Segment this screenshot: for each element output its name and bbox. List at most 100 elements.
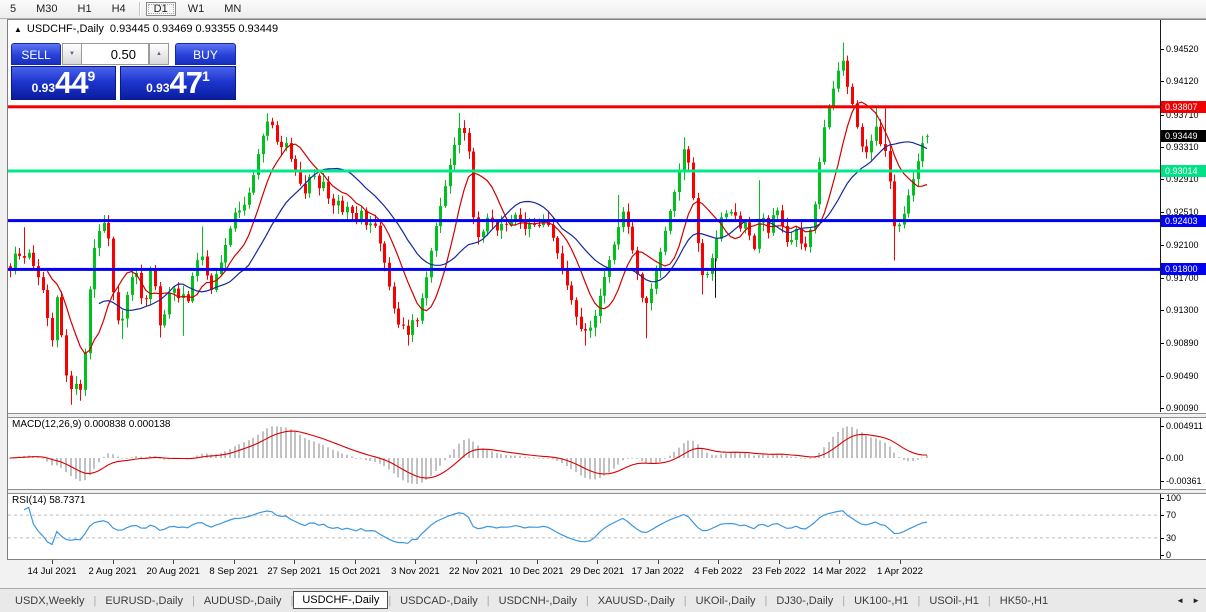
price-tick <box>1161 179 1164 181</box>
timeframe-button-5[interactable]: 5 <box>2 2 24 16</box>
rsi-pane-splitter[interactable] <box>8 489 1206 494</box>
date-tick <box>354 560 356 564</box>
date-axis-label: 20 Aug 2021 <box>146 566 200 577</box>
rsi-chart <box>8 506 1160 546</box>
symbol-period-label: USDCHF-,Daily <box>26 23 104 35</box>
chart-tab-hk50-h1[interactable]: HK50-,H1 <box>991 592 1057 610</box>
price-tick <box>1161 309 1164 311</box>
chart-tab-usdcad-daily[interactable]: USDCAD-,Daily <box>391 592 487 610</box>
rsi-tick <box>1161 515 1164 517</box>
chart-tab-usdx-weekly[interactable]: USDX,Weekly <box>6 592 93 610</box>
rsi-tick <box>1161 498 1164 499</box>
date-tick <box>233 560 235 564</box>
volume-decrease-button[interactable]: ▼ <box>62 43 82 65</box>
date-axis-label: 10 Dec 2021 <box>509 566 564 577</box>
price-tick <box>1161 408 1164 409</box>
macd-name: MACD(12,26,9) <box>12 419 82 430</box>
volume-input[interactable] <box>81 43 149 65</box>
date-axis-label: 2 Aug 2021 <box>88 566 137 577</box>
date-tick <box>657 560 659 564</box>
chart-tab-xauusd-daily[interactable]: XAUUSD-,Daily <box>589 592 684 610</box>
sell-price-pips: 44 <box>55 65 88 100</box>
rsi-axis-label: 30 <box>1166 532 1177 543</box>
rsi-axis-label: 100 <box>1166 493 1182 503</box>
date-axis-label: 14 Mar 2022 <box>812 566 867 577</box>
price-axis-label: 0.93310 <box>1166 142 1199 153</box>
timeframe-toolbar: 5 M30 H1 H4 D1 W1 MN <box>0 0 1206 19</box>
timeframe-button-m30[interactable]: M30 <box>28 2 65 16</box>
macd-tick <box>1161 458 1164 459</box>
rsi-tick <box>1161 555 1164 556</box>
buy-price-point: 1 <box>202 68 210 84</box>
volume-increase-button[interactable]: ▲ <box>149 43 169 65</box>
price-tick <box>1161 114 1164 116</box>
price-axis-label: 0.94520 <box>1166 44 1199 54</box>
chart-tab-usdcnh-daily[interactable]: USDCNH-,Daily <box>490 592 586 610</box>
date-axis-label: 1 Apr 2022 <box>876 566 923 577</box>
chart-tab-usoil-h1[interactable]: USOil-,H1 <box>920 592 988 610</box>
price-line-badge: 0.93807 <box>1161 100 1206 113</box>
macd-label: MACD(12,26,9) 0.000838 0.000138 <box>12 419 170 430</box>
time-axis[interactable]: 14 Jul 2021 2 Aug 2021 20 Aug 2021 8 Sep 20… <box>0 560 1206 588</box>
one-click-toggle-icon[interactable]: ▲ <box>14 25 22 34</box>
price-tick <box>1161 211 1164 213</box>
buy-price-prefix: 0.93 <box>146 81 170 95</box>
price-tick <box>1161 343 1164 345</box>
date-tick <box>778 560 780 564</box>
macd-pane-splitter[interactable] <box>8 413 1206 418</box>
price-tick <box>1161 81 1164 83</box>
timeframe-button-w1[interactable]: W1 <box>180 2 213 16</box>
timeframe-button-d1[interactable]: D1 <box>145 2 176 16</box>
date-tick <box>475 560 477 564</box>
chart-tab-audusd-daily[interactable]: AUDUSD-,Daily <box>195 592 291 610</box>
timeframe-button-h1[interactable]: H1 <box>70 2 100 16</box>
price-line-badge: 0.92403 <box>1161 214 1206 227</box>
date-tick <box>718 560 720 564</box>
price-axis[interactable]: 0.94520 0.94120 0.93710 0.93310 0.92910 0.925… <box>1160 20 1206 413</box>
macd-values: 0.000838 0.000138 <box>84 419 171 430</box>
chart-tab-bar: USDX,Weekly | EURUSD-,Daily | AUDUSD-,Daily |… <box>0 588 1206 612</box>
chart-tab-ukoil-daily[interactable]: UKOil-,Daily <box>687 592 765 610</box>
macd-axis-label: 0.00 <box>1166 453 1184 463</box>
toolbar-separator <box>138 2 141 16</box>
date-axis-label: 14 Jul 2021 <box>27 566 77 577</box>
date-axis-label: 22 Nov 2021 <box>449 566 503 577</box>
price-axis-label: 0.94120 <box>1166 76 1199 87</box>
rsi-axis: 100 70 30 0 <box>1160 493 1206 560</box>
buy-price-pips: 47 <box>169 65 203 100</box>
sell-price-point: 9 <box>87 68 96 84</box>
sell-button[interactable]: SELL <box>11 43 61 65</box>
date-axis-label: 27 Sep 2021 <box>267 566 322 577</box>
macd-pane[interactable] <box>8 417 1160 489</box>
date-tick <box>294 560 296 564</box>
price-axis-label: 0.91300 <box>1166 304 1199 315</box>
sell-price-display[interactable]: 0.93 44 9 <box>11 66 116 100</box>
rsi-value: 58.7371 <box>49 495 86 506</box>
sell-price-prefix: 0.93 <box>31 81 56 95</box>
date-tick <box>415 560 417 564</box>
date-axis-label: 8 Sep 2021 <box>209 566 259 577</box>
chart-tab-usdchf-daily[interactable]: USDCHF-,Daily <box>293 590 389 609</box>
price-tick <box>1161 147 1164 149</box>
buy-button[interactable]: BUY <box>175 43 236 65</box>
timeframe-button-h4[interactable]: H4 <box>104 2 134 16</box>
chart-tab-uk100-h1[interactable]: UK100-,H1 <box>845 592 917 610</box>
price-line-badge: 0.93014 <box>1161 165 1206 178</box>
tab-scroll-buttons: ◄ ► <box>1176 596 1206 605</box>
tab-scroll-left-icon[interactable]: ◄ <box>1176 596 1184 605</box>
rsi-pane[interactable] <box>8 493 1160 559</box>
date-axis-label: 17 Jan 2022 <box>631 566 684 577</box>
one-click-trading-panel: SELL ▼ ▲ BUY 0.93449 0.93471 <box>11 43 236 100</box>
tab-scroll-right-icon[interactable]: ► <box>1192 596 1200 605</box>
price-axis-label: 0.90890 <box>1166 338 1199 349</box>
rsi-axis-label: 0 <box>1166 550 1172 560</box>
date-axis-label: 15 Oct 2021 <box>328 566 381 577</box>
date-tick <box>839 560 841 564</box>
rsi-label: RSI(14) 58.7371 <box>12 495 85 506</box>
date-axis-label: 4 Feb 2022 <box>694 566 743 577</box>
chart-tab-eurusd-daily[interactable]: EURUSD-,Daily <box>96 592 192 610</box>
buy-price-display[interactable]: 0.93 47 1 <box>120 66 236 100</box>
chart-tab-dj30-daily[interactable]: DJ30-,Daily <box>767 592 842 610</box>
macd-axis: 0.004911 0.00 -0.00361 <box>1160 417 1206 489</box>
timeframe-button-mn[interactable]: MN <box>216 2 249 16</box>
